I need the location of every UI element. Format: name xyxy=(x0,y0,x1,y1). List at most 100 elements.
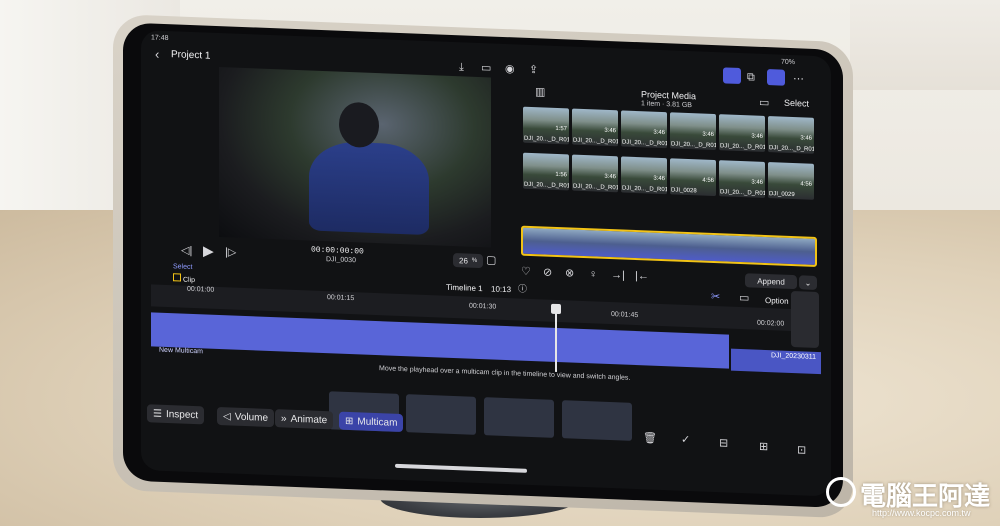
browser-title: Project Media xyxy=(641,89,697,102)
thumbnail-duration: 3:46 xyxy=(653,175,665,183)
multicam-angle[interactable] xyxy=(406,394,476,435)
replace-icon[interactable]: ⊡ xyxy=(797,444,806,456)
clip-mode-selector[interactable]: Clip xyxy=(173,273,195,284)
clip-square-icon xyxy=(173,273,181,282)
project-title: Project 1 xyxy=(171,49,211,62)
media-thumbnail[interactable]: 4:56 DJI_0029 xyxy=(768,162,814,200)
view-options-icon[interactable]: ▭ xyxy=(759,97,769,109)
share-icon[interactable]: ⇪ xyxy=(529,64,538,76)
layout-icon[interactable]: ▭ xyxy=(739,292,749,304)
media-thumbnail[interactable]: 3:46 DJI_20..._D_R01 xyxy=(621,156,667,195)
media-thumbnail[interactable]: 3:46 DJI_20..._D_R01 xyxy=(572,154,618,193)
media-thumbnail[interactable]: 3:46 DJI_20..._D_R01 xyxy=(670,112,716,151)
effects-icon[interactable] xyxy=(767,69,785,86)
ruler-tick: 00:01:45 xyxy=(611,311,639,320)
thumbnail-name: DJI_20..._D_R01 xyxy=(524,181,569,190)
thumbnail-name: DJI_0028 xyxy=(671,187,697,195)
background-wall-right xyxy=(850,0,1000,90)
ruler-tick: 00:01:30 xyxy=(469,302,497,311)
media-thumbnail[interactable]: 3:46 DJI_20..._D_R01 xyxy=(572,108,618,147)
animate-icon: » xyxy=(281,412,287,425)
thumbnail-name: DJI_20..._D_R01 xyxy=(769,145,814,153)
thumbnail-name: DJI_20..._D_R01 xyxy=(573,183,618,192)
multicam-hint: Move the playhead over a multicam clip i… xyxy=(379,365,631,382)
status-time: 17:48 xyxy=(151,34,169,43)
timeline-options-button[interactable]: Option xyxy=(765,296,789,306)
viewer-timecode: 00:00:00:00 xyxy=(311,245,364,257)
thumbnail-duration: 3:46 xyxy=(800,135,812,142)
thumbnail-name: DJI_20..._D_R01 xyxy=(720,189,765,198)
sidebar-icon[interactable]: ▥ xyxy=(535,86,545,98)
volume-label: Volume xyxy=(234,411,269,424)
next-frame-icon[interactable]: |▷ xyxy=(225,246,236,258)
append-menu-chevron-icon[interactable]: ⌄ xyxy=(799,275,817,290)
in-point-icon[interactable]: →| xyxy=(611,269,625,282)
append-button[interactable]: Append xyxy=(745,273,797,290)
video-viewer[interactable] xyxy=(219,66,491,248)
trim-strip[interactable] xyxy=(521,225,817,267)
reject-icon[interactable]: ⊘ xyxy=(543,266,552,278)
playhead[interactable] xyxy=(555,307,557,372)
ruler-tick: 00:01:00 xyxy=(187,285,215,294)
media-thumbnail[interactable]: 3:46 DJI_20..._D_R01 xyxy=(621,110,667,149)
voiceover-icon[interactable]: ◉ xyxy=(505,63,515,75)
speaker-icon: ◁ xyxy=(223,410,231,422)
trash-icon[interactable]: 🗑 xyxy=(643,432,657,445)
camera-icon[interactable]: ▭ xyxy=(481,62,491,74)
play-icon[interactable]: ▶ xyxy=(203,242,214,258)
photos-icon[interactable] xyxy=(723,67,741,85)
multicam-angle[interactable] xyxy=(484,397,554,438)
inspect-label: Inspect xyxy=(165,408,199,421)
thumbnail-name: DJI_20..._D_R01 xyxy=(720,143,765,152)
clip-mode-label: Clip xyxy=(182,276,196,285)
import-icon[interactable]: ⤓ xyxy=(459,61,464,73)
marker-icon[interactable]: ♀ xyxy=(589,268,597,280)
thumbnail-name: DJI_20..._D_R01 xyxy=(622,185,667,194)
media-thumbnail[interactable]: 3:46 DJI_20..._D_R01 xyxy=(719,160,765,198)
fullscreen-icon[interactable]: ▢ xyxy=(486,254,496,266)
jog-wheel[interactable] xyxy=(791,290,819,349)
zoom-value: 26 xyxy=(459,255,468,266)
helmet-image xyxy=(339,101,379,149)
thumbnail-duration: 3:46 xyxy=(604,173,616,181)
volume-button[interactable]: ◁ Volume xyxy=(217,406,275,428)
favorite-icon[interactable]: ♡ xyxy=(521,266,531,278)
split-clip-icon[interactable]: ⊞ xyxy=(759,441,768,453)
animate-button[interactable]: » Animate xyxy=(275,409,334,430)
zoom-control[interactable]: 26% xyxy=(453,252,484,269)
next-clip[interactable]: DJI_20230311 xyxy=(731,348,821,375)
inspect-button[interactable]: ☰ Inspect xyxy=(147,404,205,425)
thumbnail-name: DJI_20..._D_R01 xyxy=(524,135,569,144)
timeline-select-label[interactable]: Select xyxy=(173,263,192,271)
media-thumbnail[interactable]: 3:46 DJI_20..._D_R01 xyxy=(719,114,765,152)
media-thumbnail[interactable]: 1:57 DJI_20..._D_R01 xyxy=(523,106,569,145)
home-indicator xyxy=(395,463,527,473)
playhead-handle[interactable] xyxy=(551,303,561,315)
media-thumbnail[interactable]: 3:46 DJI_20..._D_R01 xyxy=(768,116,814,154)
thumbnail-duration: 3:46 xyxy=(702,131,714,139)
ruler-tick: 00:02:00 xyxy=(757,319,785,328)
info-icon[interactable]: ⓘ xyxy=(518,283,527,293)
detach-icon[interactable]: ⊟ xyxy=(719,437,728,449)
more-icon[interactable]: ⋯ xyxy=(793,73,804,85)
thumbnail-duration: 4:56 xyxy=(800,181,812,188)
out-point-icon[interactable]: |← xyxy=(635,270,649,283)
media-thumbnail[interactable]: 4:56 DJI_0028 xyxy=(670,158,716,197)
split-icon[interactable]: ✂ xyxy=(711,291,720,303)
back-chevron-icon[interactable]: ‹ xyxy=(155,47,159,62)
checkmark-icon[interactable]: ✓ xyxy=(681,434,690,446)
watermark-logo xyxy=(826,477,856,507)
multicam-label: Multicam xyxy=(357,415,398,429)
browser-subtitle: 1 item · 3.81 GB xyxy=(641,100,692,110)
stack-icon[interactable]: ⧉ xyxy=(747,71,755,83)
browser-select-button[interactable]: Select xyxy=(784,98,809,109)
grid-icon: ⊞ xyxy=(345,415,354,427)
media-thumbnail[interactable]: 1:56 DJI_20..._D_R01 xyxy=(523,152,569,191)
multicam-angle[interactable] xyxy=(562,400,632,441)
clear-icon[interactable]: ⊗ xyxy=(565,267,574,279)
thumbnail-duration: 3:46 xyxy=(751,179,763,186)
thumbnail-name: DJI_20..._D_R01 xyxy=(671,141,716,150)
previous-frame-icon[interactable]: ◁| xyxy=(181,245,192,257)
zoom-unit: % xyxy=(471,257,478,264)
multicam-button[interactable]: ⊞ Multicam xyxy=(339,411,404,433)
